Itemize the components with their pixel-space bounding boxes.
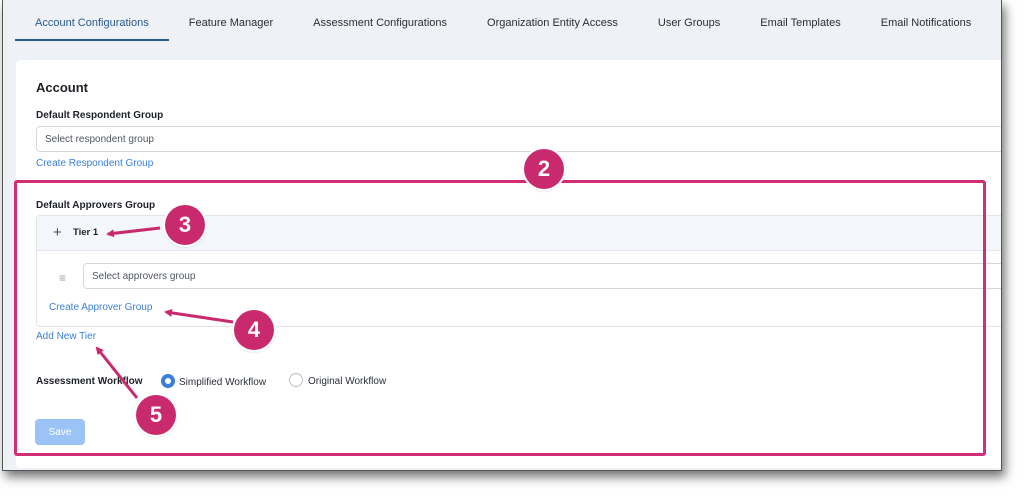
tab-feature-manager[interactable]: Feature Manager	[169, 0, 293, 46]
add-new-tier-link[interactable]: Add New Tier	[36, 331, 96, 342]
respondent-group-select[interactable]: Select respondent group	[36, 126, 1001, 152]
save-button[interactable]: Save	[35, 419, 85, 445]
section-title: Account	[36, 80, 88, 95]
callout-4: 4	[234, 310, 274, 350]
assessment-workflow-label: Assessment Workflow	[36, 376, 143, 387]
create-approver-group-link[interactable]: Create Approver Group	[49, 302, 152, 313]
drag-handle-icon[interactable]: ≡	[59, 271, 66, 285]
approvers-group-select[interactable]: Select approvers group	[83, 263, 1001, 289]
callout-2: 2	[524, 149, 564, 189]
original-workflow-radio[interactable]	[289, 373, 303, 387]
approvers-group-label: Default Approvers Group	[36, 200, 156, 211]
simplified-workflow-radio[interactable]	[161, 374, 175, 388]
simplified-workflow-label[interactable]: Simplified Workflow	[179, 377, 266, 388]
tab-bar: Account Configurations Feature Manager A…	[3, 0, 1001, 46]
callout-3: 3	[165, 205, 205, 245]
tab-account-configurations[interactable]: Account Configurations	[3, 0, 169, 46]
plus-icon[interactable]: +	[53, 224, 62, 241]
callout-5: 5	[136, 395, 176, 435]
tier-label: Tier 1	[73, 227, 99, 238]
tab-organization-entity-access[interactable]: Organization Entity Access	[467, 0, 638, 46]
tab-email-notifications[interactable]: Email Notifications	[861, 0, 991, 46]
tab-assessment-configurations[interactable]: Assessment Configurations	[293, 0, 467, 46]
tab-email-templates[interactable]: Email Templates	[740, 0, 861, 46]
respondent-group-label: Default Respondent Group	[36, 110, 164, 121]
original-workflow-label[interactable]: Original Workflow	[308, 376, 386, 387]
tab-user-groups[interactable]: User Groups	[638, 0, 740, 46]
create-respondent-group-link[interactable]: Create Respondent Group	[36, 158, 153, 169]
